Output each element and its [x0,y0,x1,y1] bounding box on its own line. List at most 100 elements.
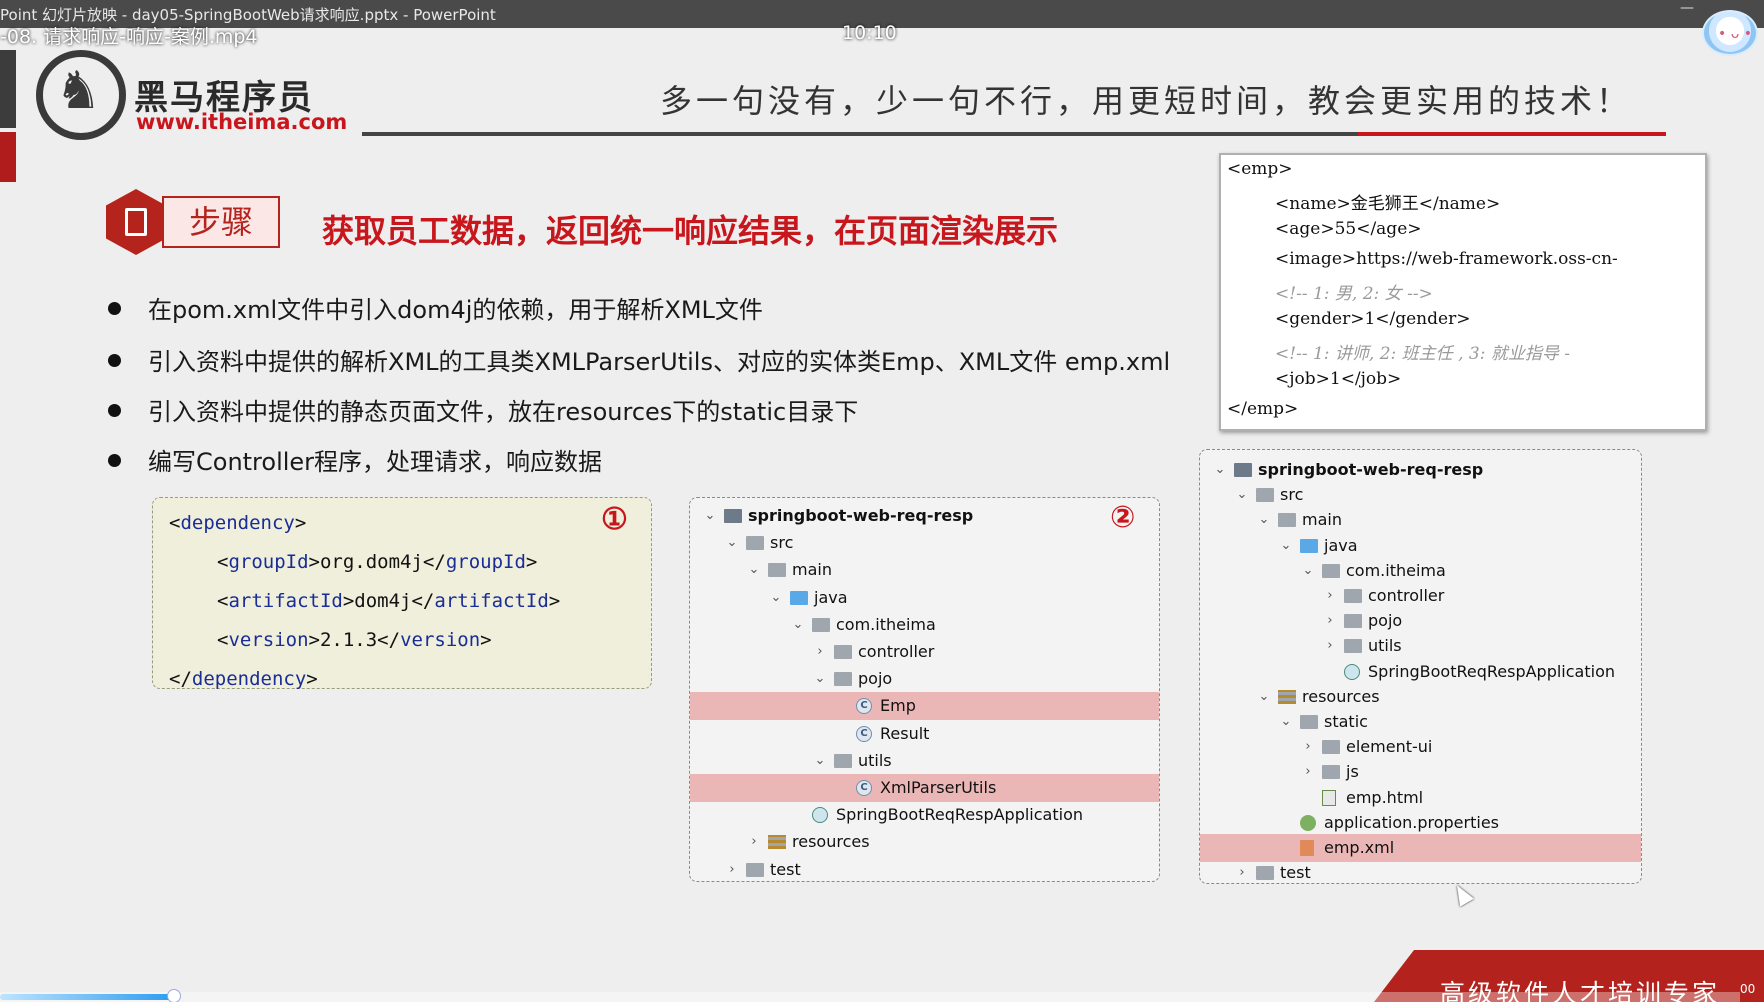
class-icon: C [856,780,872,796]
tree-label: controller [858,642,935,661]
chevron-down-icon[interactable]: ⌄ [724,529,740,557]
tree-label: Result [880,723,930,743]
chevron-right-icon[interactable]: › [1234,859,1250,883]
chevron-right-icon[interactable]: › [1300,733,1316,761]
dependency-code-box: ① <dependency> <groupId>org.dom4j</group… [152,497,652,690]
chevron-right-icon[interactable]: › [724,856,740,881]
chevron-down-icon[interactable]: ⌄ [790,611,806,639]
folder-pkg-icon [1344,639,1362,654]
xml-line: <gender>1</gender> [1275,309,1471,329]
chevron-down-icon[interactable]: ⌄ [1256,506,1272,534]
chevron-right-icon[interactable]: › [1300,758,1316,786]
tree-row[interactable]: ⌄ src [690,529,1159,557]
tree-label: com.itheima [836,614,936,634]
chevron-down-icon[interactable]: ⌄ [1234,481,1250,509]
tree-label: pojo [1368,611,1403,631]
tree-label: emp.xml [1324,838,1395,857]
tree-row[interactable]: ⌄ main [690,556,1159,584]
tree-row[interactable]: › utils [1200,632,1641,660]
avatar[interactable]: • ᴗ • [1702,10,1758,56]
tree-label: resources [792,832,870,852]
tree-row[interactable]: › resources [690,828,1159,856]
tree-row[interactable]: › pojo [1200,607,1641,635]
chevron-right-icon[interactable]: › [812,638,828,666]
slide: ♞ 黑马程序员 www.itheima.com 多一句没有，少一句不行，用更短时… [0,28,1764,1002]
tree-row[interactable]: ⌄ resources [1200,683,1641,711]
tree-row[interactable]: SpringBootReqRespApplication [1200,658,1641,686]
folder-icon [1278,513,1296,528]
chevron-down-icon[interactable]: ⌄ [768,584,784,612]
html-icon [1322,789,1336,806]
chevron-down-icon[interactable]: ⌄ [1278,532,1294,560]
spring-icon [1344,663,1360,680]
chevron-down-icon[interactable]: ⌄ [812,665,828,693]
tree-label: test [1280,863,1311,883]
chevron-down-icon[interactable]: ⌄ [812,747,828,775]
tree-row[interactable]: C Result [690,720,1159,748]
tree-label: main [1302,510,1342,530]
tree-row[interactable]: C XmlParserUtils [690,774,1159,802]
footer-time: 00 [1740,982,1756,996]
chevron-down-icon[interactable]: ⌄ [746,556,762,584]
tree-label: js [1346,762,1359,782]
tree-row[interactable]: C Emp [690,692,1159,721]
tree-row[interactable]: ⌄ springboot-web-req-resp [1200,456,1641,484]
tree-row[interactable]: ⌄ com.itheima [1200,557,1641,585]
bullet-dot-icon [108,301,121,315]
res-icon [1278,689,1296,704]
folder-pkg-icon [834,672,852,687]
folder-blue-icon [1300,538,1318,553]
project-tree-right: ⌄ springboot-web-req-resp ⌄ src ⌄ main ⌄ java ⌄ c… [1199,449,1642,884]
tree-label: springboot-web-req-resp [1258,460,1484,479]
tree-row[interactable]: ⌄ utils [690,747,1159,775]
tree-row[interactable]: ⌄ static [1200,708,1641,736]
tree-label: java [814,587,848,607]
badge-one: ① [601,502,628,537]
class-icon: C [856,698,872,715]
chevron-right-icon[interactable]: › [1322,582,1338,610]
tree-row[interactable]: › controller [690,638,1159,666]
tree-row[interactable]: › test [1200,859,1641,883]
tree-row[interactable]: emp.xml [1200,834,1641,862]
tree-row[interactable]: ⌄ main [1200,506,1641,534]
chevron-down-icon[interactable]: ⌄ [702,502,718,530]
video-progress-track[interactable] [0,992,1740,1002]
chevron-down-icon[interactable]: ⌄ [1256,683,1272,711]
code-line: <dependency> [169,512,307,534]
tree-row[interactable]: application.properties [1200,809,1641,837]
folder-icon [1322,765,1340,780]
tree-label: com.itheima [1346,560,1446,580]
chevron-right-icon[interactable]: › [746,828,762,856]
folder-icon [746,862,764,877]
tree-row[interactable]: › test [690,856,1159,881]
slogan-rule-accent [1358,132,1666,136]
chevron-down-icon[interactable]: ⌄ [1212,456,1228,484]
tree-row[interactable]: SpringBootReqRespApplication [690,801,1159,829]
tree-row[interactable]: ⌄ java [1200,532,1641,560]
tree-row[interactable]: ⌄ pojo [690,665,1159,693]
bullet-dot-icon [108,403,121,417]
tree-label: utils [858,750,892,770]
tree-row[interactable]: ⌄ src [1200,481,1641,509]
minimize-button[interactable]: — [1672,0,1702,20]
tree-label: src [1280,485,1304,505]
tree-row[interactable]: › controller [1200,582,1641,610]
tree-row[interactable]: ⌄ springboot-web-req-resp [690,502,1159,530]
tree-label: emp.html [1346,787,1424,807]
video-progress-knob[interactable] [167,989,181,1002]
chevron-right-icon[interactable]: › [1322,632,1338,660]
video-time: 10:10 [842,22,897,44]
res-icon [768,835,786,850]
tree-row[interactable]: ⌄ java [690,584,1159,612]
chevron-right-icon[interactable]: › [1322,607,1338,635]
tree-row[interactable]: › element-ui [1200,733,1641,761]
code-line: </dependency> [169,668,318,690]
chevron-down-icon[interactable]: ⌄ [1300,557,1316,585]
folder-pkg-icon [834,753,852,768]
module-icon [724,509,742,523]
xml-comment-line: <!-- 1: 讲师, 2: 班主任 , 3: 就业指导 - [1275,344,1570,364]
tree-row[interactable]: ⌄ com.itheima [690,611,1159,639]
chevron-down-icon[interactable]: ⌄ [1278,708,1294,736]
tree-row[interactable]: › js [1200,758,1641,786]
tree-row[interactable]: emp.html [1200,784,1641,812]
